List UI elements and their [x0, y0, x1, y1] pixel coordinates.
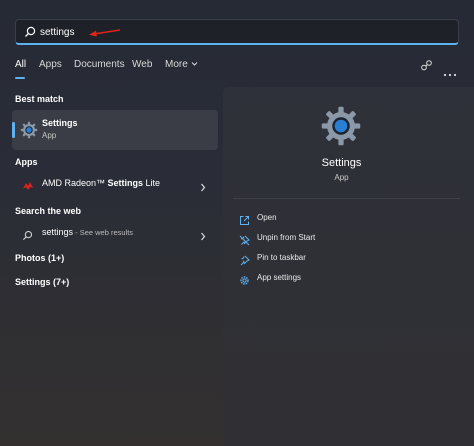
action-unpin-from-start[interactable]: Unpin from Start: [239, 231, 439, 247]
tab-documents[interactable]: Documents: [74, 59, 125, 70]
search-icon: [24, 25, 36, 43]
tab-more[interactable]: More: [165, 59, 198, 70]
tab-all[interactable]: All: [15, 59, 26, 70]
chevron-right-icon[interactable]: [200, 228, 206, 246]
selection-indicator: [12, 122, 15, 138]
apps-heading: Apps: [15, 157, 38, 167]
action-app-settings[interactable]: App settings: [239, 271, 439, 287]
best-match-subtitle: App: [42, 131, 57, 140]
detail-title: Settings: [321, 157, 362, 169]
settings-gear-icon: [320, 105, 362, 152]
tab-more-label: More: [165, 59, 188, 70]
search-box[interactable]: [15, 19, 459, 45]
action-open[interactable]: Open: [239, 211, 439, 227]
pin-icon: [239, 253, 250, 271]
tab-web[interactable]: Web: [132, 59, 152, 70]
app-result-amd-radeon[interactable]: AMD Radeon™ Settings Lite: [12, 175, 218, 195]
search-web-heading: Search the web: [15, 206, 82, 216]
web-result-label: settings - See web results: [42, 227, 134, 237]
best-match-heading: Best match: [15, 94, 64, 104]
settings-category[interactable]: Settings (7+): [15, 277, 69, 287]
unpin-icon: [239, 233, 250, 251]
app-result-label: AMD Radeon™ Settings Lite: [42, 178, 161, 188]
action-label: App settings: [257, 273, 302, 282]
best-match-settings[interactable]: Settings App: [12, 110, 218, 150]
share-icon[interactable]: [420, 59, 433, 77]
best-match-title: Settings: [42, 118, 78, 128]
detail-subtitle: App: [334, 173, 349, 182]
action-label: Unpin from Start: [257, 233, 316, 242]
more-options-icon[interactable]: [443, 64, 457, 82]
tab-active-indicator: [15, 77, 25, 79]
tab-apps[interactable]: Apps: [39, 59, 62, 70]
chevron-down-icon: [191, 59, 198, 70]
gear-icon: [239, 273, 250, 291]
web-result[interactable]: settings - See web results: [12, 224, 218, 244]
settings-gear-icon: [20, 121, 38, 144]
amd-radeon-icon: [22, 179, 34, 197]
annotation-arrow-icon: [88, 25, 122, 43]
action-label: Open: [257, 213, 277, 222]
divider: [233, 198, 460, 199]
action-pin-to-taskbar[interactable]: Pin to taskbar: [239, 251, 439, 267]
detail-pane: Settings App Open Unpin from Start Pin t…: [223, 87, 474, 446]
open-external-icon: [239, 213, 250, 231]
search-icon: [22, 228, 33, 246]
action-label: Pin to taskbar: [257, 253, 306, 262]
chevron-right-icon[interactable]: [200, 179, 206, 197]
photos-category[interactable]: Photos (1+): [15, 253, 64, 263]
